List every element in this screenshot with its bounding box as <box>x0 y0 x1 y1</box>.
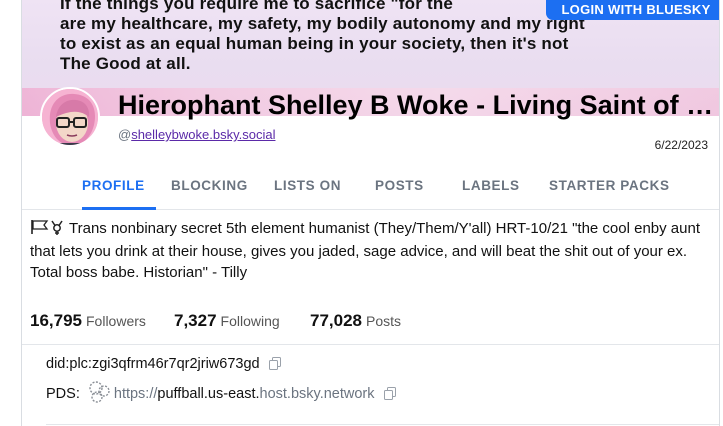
did-row: did:plc:zgi3qfrm46r7qr2jriw673gd <box>46 356 281 374</box>
handle-row: @shelleybwoke.bsky.social <box>118 127 275 142</box>
followers-stat[interactable]: 16,795 Followers <box>30 311 146 331</box>
followers-count: 16,795 <box>30 311 82 330</box>
pds-row: PDS: https://puffball.us-east.host.bsky.… <box>46 380 396 408</box>
pds-server-icon <box>86 380 114 408</box>
handle-prefix: @ <box>118 127 132 142</box>
active-tab-indicator <box>82 207 156 210</box>
copy-did-icon[interactable] <box>268 357 281 374</box>
pds-url-main: puffball.us-east. <box>157 386 260 402</box>
posts-label: Posts <box>366 313 402 329</box>
page-right-border <box>719 0 720 426</box>
trans-flag-icon <box>30 219 66 241</box>
tab-labels[interactable]: LABELS <box>462 170 520 210</box>
profile-handle-link[interactable]: shelleybwoke.bsky.social <box>131 127 275 142</box>
profile-bio-text: Trans nonbinary secret 5th element human… <box>30 220 701 281</box>
following-label: Following <box>220 313 280 329</box>
posts-stat[interactable]: 77,028 Posts <box>310 311 401 331</box>
profile-display-name: Hierophant Shelley B Woke - Living Saint… <box>118 90 716 120</box>
copy-pds-icon[interactable] <box>383 387 396 404</box>
pds-url-prefix: https:// <box>113 386 158 402</box>
avatar[interactable] <box>40 87 100 147</box>
profile-tabs: PROFILE BLOCKING LISTS ON POSTS LABELS S… <box>22 170 719 210</box>
following-count: 7,327 <box>174 311 217 330</box>
followers-label: Followers <box>86 313 146 329</box>
pds-label: PDS: <box>46 386 80 402</box>
following-stat[interactable]: 7,327 Following <box>174 311 280 331</box>
details-divider <box>46 424 719 425</box>
tab-posts[interactable]: POSTS <box>375 170 424 210</box>
tab-starter-packs[interactable]: STARTER PACKS <box>549 170 670 210</box>
stats-divider <box>22 344 719 345</box>
login-with-bluesky-button[interactable]: LOGIN WITH BLUESKY <box>546 0 719 20</box>
tab-lists-on[interactable]: LISTS ON <box>274 170 341 210</box>
tab-profile[interactable]: PROFILE <box>82 170 145 210</box>
avatar-illustration <box>42 89 98 145</box>
did-value: did:plc:zgi3qfrm46r7qr2jriw673gd <box>46 356 260 372</box>
tab-blocking[interactable]: BLOCKING <box>171 170 248 210</box>
joined-date: 6/22/2023 <box>654 138 708 152</box>
pds-url-host: host.bsky.network <box>259 386 375 402</box>
posts-count: 77,028 <box>310 311 362 330</box>
profile-description: Trans nonbinary secret 5th element human… <box>30 218 714 283</box>
